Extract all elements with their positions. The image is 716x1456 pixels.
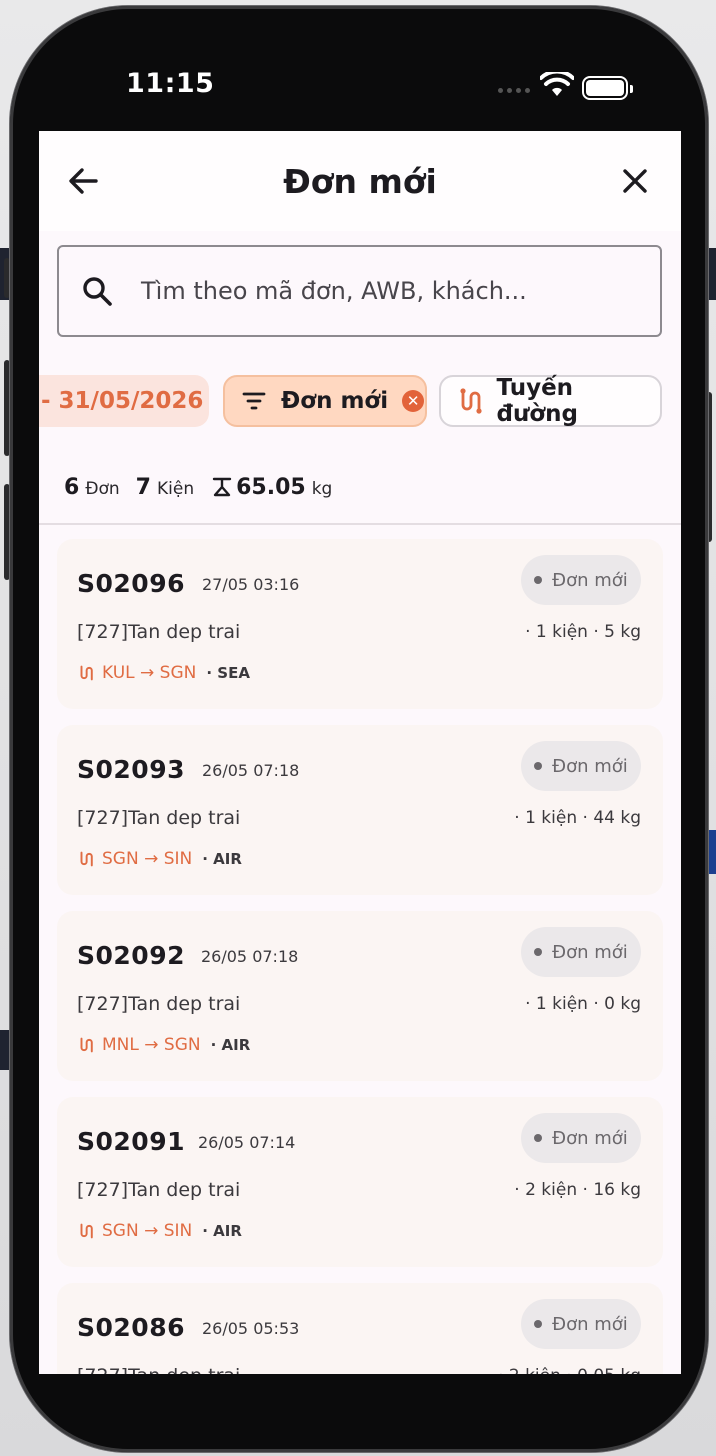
- clear-filter-icon[interactable]: ✕: [402, 390, 425, 412]
- packages-count: 7: [135, 475, 151, 500]
- customer-name: [727]Tan dep trai: [77, 993, 241, 1015]
- customer-name: [727]Tan dep trai: [77, 1365, 240, 1374]
- order-card[interactable]: S02093 26/05 07:18 Đơn mới [727]Tan dep …: [57, 725, 663, 895]
- search-icon: [79, 273, 115, 309]
- transport-mode: · AIR: [202, 1222, 242, 1240]
- order-route: KUL → SGN · SEA: [77, 663, 250, 683]
- order-quantity: · 1 kiện · 5 kg: [525, 622, 641, 642]
- order-code: S02093: [77, 755, 185, 784]
- order-date: 26/05 07:14: [198, 1133, 296, 1152]
- wifi-icon: [540, 72, 574, 96]
- order-date: 26/05 07:18: [201, 947, 299, 966]
- route-icon: [77, 1036, 95, 1054]
- close-icon: [623, 169, 647, 193]
- order-summary: 6 Đơn 7 Kiện 65.05 kg: [64, 473, 348, 500]
- route-icon: [77, 850, 95, 868]
- battery-icon: [582, 76, 633, 100]
- weight-unit: kg: [311, 479, 333, 499]
- route-icon: [455, 386, 485, 416]
- packages-label: Kiện: [156, 479, 195, 499]
- order-quantity: · 2 kiện · 16 kg: [514, 1180, 641, 1200]
- status-filter-label: Đơn mới: [281, 388, 389, 414]
- back-button[interactable]: [65, 163, 101, 199]
- status-badge: Đơn mới: [521, 741, 641, 791]
- total-weight: 65.05: [236, 475, 306, 500]
- order-card[interactable]: S02091 26/05 07:14 Đơn mới [727]Tan dep …: [57, 1097, 663, 1267]
- status-time: 11:15: [126, 68, 215, 99]
- search-placeholder: Tìm theo mã đơn, AWB, khách...: [141, 277, 527, 305]
- order-date: 27/05 03:16: [202, 575, 300, 594]
- transport-mode: · AIR: [210, 1036, 251, 1054]
- app-screen: Đơn mới Tìm theo mã đơn, AWB, khách... -…: [39, 131, 681, 1374]
- close-button[interactable]: [617, 163, 653, 199]
- order-card[interactable]: S02092 26/05 07:18 Đơn mới [727]Tan dep …: [57, 911, 663, 1081]
- order-card[interactable]: S02096 27/05 03:16 Đơn mới [727]Tan dep …: [57, 539, 663, 709]
- order-code: S02092: [77, 941, 185, 970]
- order-card[interactable]: S02086 26/05 05:53 Đơn mới [727]Tan dep …: [57, 1283, 663, 1374]
- status-badge: Đơn mới: [521, 927, 641, 977]
- page-title: Đơn mới: [283, 161, 437, 201]
- order-route: SGN → SIN · AIR: [77, 849, 242, 869]
- transport-mode: · AIR: [202, 850, 242, 868]
- arrow-left-icon: [69, 168, 98, 194]
- filter-chips: - 31/05/2026 Đơn mới ✕ Tuyến đường: [39, 375, 681, 429]
- route-filter-label: Tuyến đường: [496, 375, 579, 427]
- status-badge: Đơn mới: [521, 1113, 641, 1163]
- app-header: Đơn mới: [39, 131, 681, 231]
- status-bar: 11:15: [10, 6, 708, 131]
- route-icon: [77, 1222, 95, 1240]
- date-range-chip[interactable]: - 31/05/2026: [39, 375, 209, 427]
- route-icon: [77, 664, 95, 682]
- status-badge: Đơn mới: [521, 555, 641, 605]
- device-stage: 11:15 Đơn mới Tìm theo mã đơn, AWB, khác…: [0, 0, 716, 1456]
- customer-name: [727]Tan dep trai: [77, 621, 241, 643]
- status-badge: Đơn mới: [521, 1299, 641, 1349]
- order-quantity: · 1 kiện · 0 kg: [525, 994, 641, 1014]
- status-filter-chip[interactable]: Đơn mới ✕: [223, 375, 427, 427]
- orders-label: Đơn: [85, 479, 120, 499]
- order-quantity: · 1 kiện · 44 kg: [514, 808, 641, 828]
- order-date: 26/05 07:18: [202, 761, 300, 780]
- order-code: S02091: [77, 1127, 185, 1156]
- cellular-icon: [498, 88, 530, 93]
- order-code: S02086: [77, 1313, 185, 1342]
- route-filter-chip[interactable]: Tuyến đường: [439, 375, 662, 427]
- filter-icon: [239, 386, 269, 416]
- order-code: S02096: [77, 569, 185, 598]
- order-quantity: · 2 kiện · 0.05 kg: [498, 1366, 641, 1374]
- transport-mode: · SEA: [206, 664, 250, 682]
- search-input[interactable]: Tìm theo mã đơn, AWB, khách...: [57, 245, 662, 337]
- scale-icon: [210, 476, 234, 498]
- order-date: 26/05 05:53: [202, 1319, 300, 1338]
- order-route: MNL → SGN · AIR: [77, 1035, 250, 1055]
- date-range-label: - 31/05/2026: [41, 388, 204, 414]
- customer-name: [727]Tan dep trai: [77, 807, 241, 829]
- customer-name: [727]Tan dep trai: [77, 1179, 241, 1201]
- divider: [39, 523, 681, 525]
- order-route: SGN → SIN · AIR: [77, 1221, 242, 1241]
- orders-count: 6: [64, 475, 80, 500]
